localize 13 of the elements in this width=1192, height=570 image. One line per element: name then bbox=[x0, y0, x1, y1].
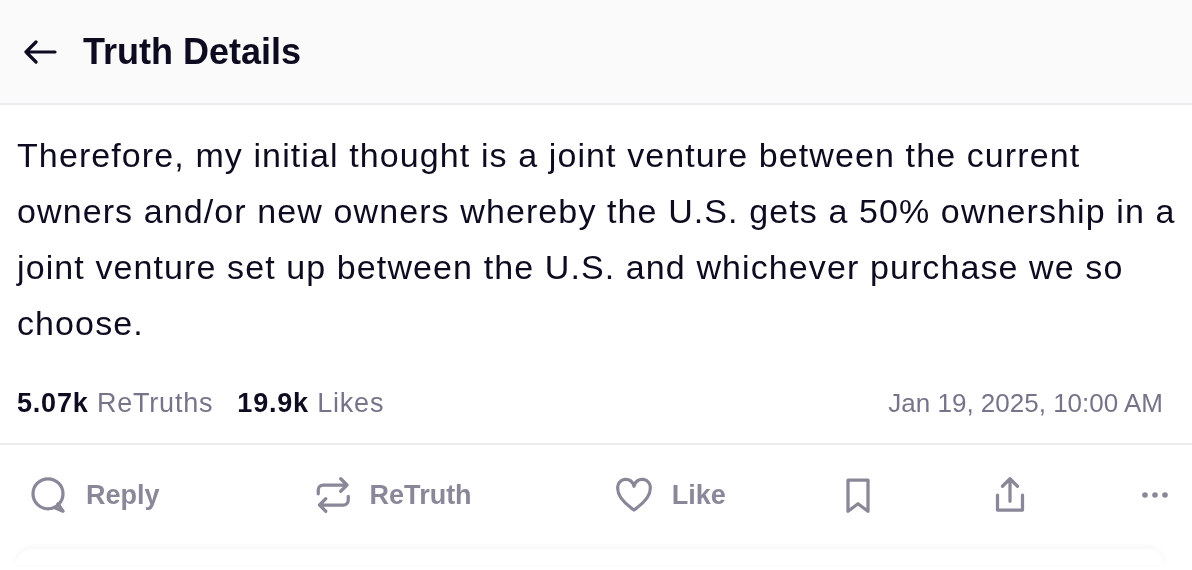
more-icon bbox=[1141, 492, 1168, 498]
reply-button[interactable]: Reply bbox=[28, 475, 160, 515]
post-timestamp: Jan 19, 2025, 10:00 AM bbox=[888, 387, 1164, 419]
retruth-button[interactable]: ReTruth bbox=[311, 475, 472, 515]
back-arrow-icon[interactable] bbox=[23, 39, 57, 64]
post-text: Therefore, my initial thought is a joint venture between the current owners and/or new owners whereby the U.S. gets a 50% ownership in a joint venture set up between the U.S. and whichever purchase we so choose. bbox=[17, 135, 1177, 344]
like-button[interactable]: Like bbox=[613, 475, 726, 515]
more-button[interactable] bbox=[1141, 492, 1168, 498]
page-title: Truth Details bbox=[83, 30, 302, 73]
stat-link[interactable]: 19.9k Likes bbox=[237, 387, 385, 419]
heart-icon bbox=[613, 475, 654, 515]
speech-bubble-icon bbox=[28, 475, 68, 515]
stat-link[interactable]: 5.07k ReTruths bbox=[17, 387, 214, 419]
